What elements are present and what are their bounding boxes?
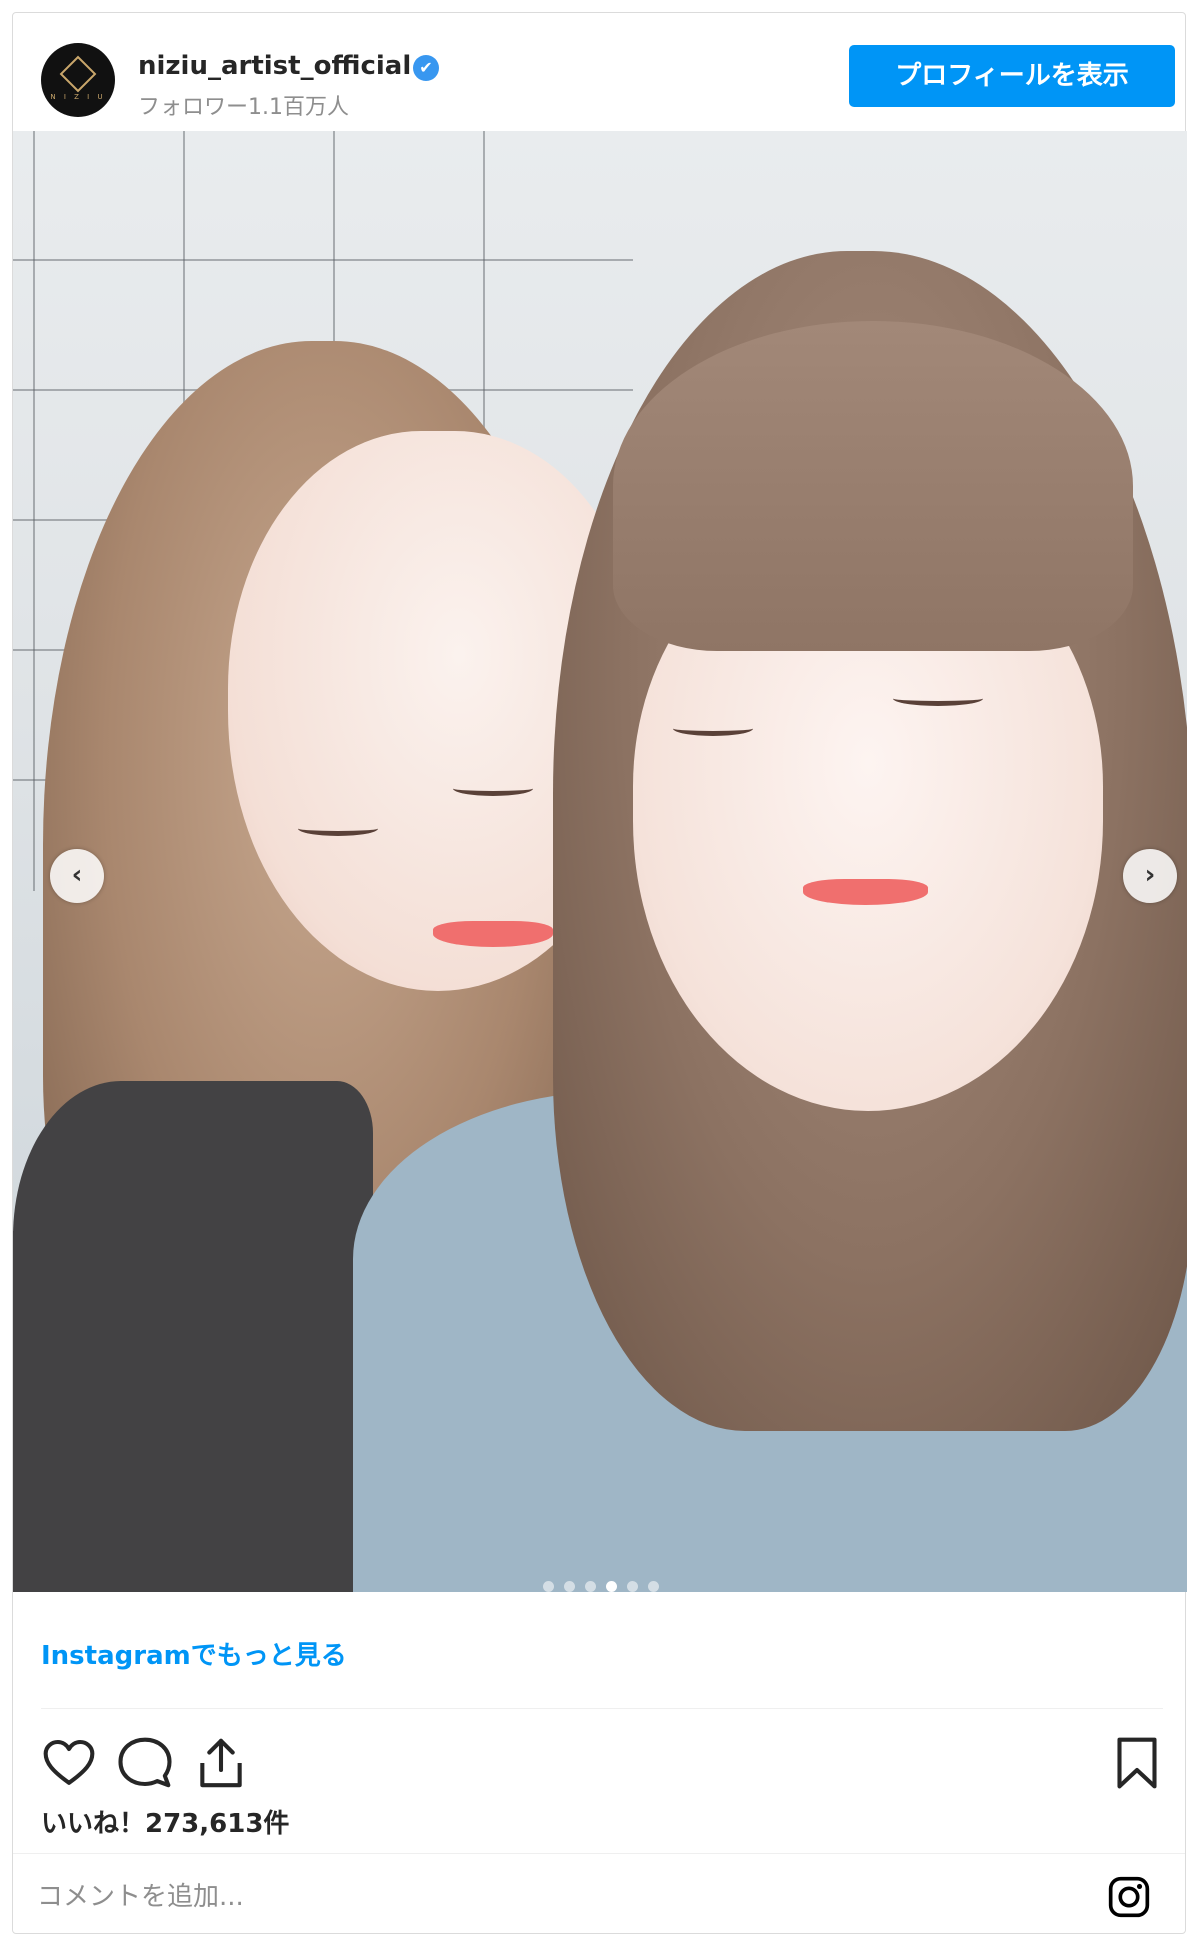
avatar[interactable]: N I Z I U — [41, 43, 115, 117]
verified-badge-icon: ✔ — [413, 55, 439, 81]
left-person-eye — [298, 821, 378, 836]
more-on-instagram-link[interactable]: Instagramでもっと見る — [41, 1635, 347, 1672]
divider — [13, 1853, 1185, 1854]
avatar-logo-text: N I Z I U — [50, 93, 106, 101]
right-person-eye — [893, 691, 983, 706]
carousel-indicator — [543, 1577, 669, 1592]
carousel-dot — [627, 1581, 638, 1592]
comment-input[interactable] — [35, 1871, 1089, 1923]
like-count: いいね！273,613件 — [41, 1809, 290, 1839]
carousel-dot — [543, 1581, 554, 1592]
right-person-bangs — [613, 321, 1133, 651]
logo-mark — [59, 55, 97, 93]
previous-photo-button[interactable]: ‹ — [50, 849, 104, 903]
view-profile-button[interactable]: プロフィールを表示 — [849, 45, 1175, 107]
next-photo-button[interactable]: › — [1123, 849, 1177, 903]
bookmark-icon[interactable] — [1109, 1735, 1165, 1791]
username[interactable]: niziu_artist_official — [138, 51, 411, 81]
instagram-icon[interactable] — [1107, 1875, 1151, 1919]
divider — [41, 1708, 1163, 1709]
carousel-dot — [606, 1581, 617, 1592]
post-photo[interactable]: ‹ › — [13, 131, 1187, 1592]
carousel-dot — [564, 1581, 575, 1592]
share-icon[interactable] — [193, 1735, 249, 1791]
heart-icon[interactable] — [41, 1735, 97, 1791]
carousel-dot — [648, 1581, 659, 1592]
instagram-embed-card: N I Z I U niziu_artist_official ✔ フォロワー1… — [12, 12, 1187, 1934]
left-person-shirt — [13, 1081, 373, 1592]
right-person-lips — [803, 879, 928, 905]
follower-count: フォロワー1.1百万人 — [138, 95, 349, 120]
post-header: N I Z I U niziu_artist_official ✔ フォロワー1… — [13, 13, 1185, 131]
carousel-dot — [585, 1581, 596, 1592]
right-person-eye — [673, 721, 753, 736]
left-person-lips — [433, 921, 553, 947]
left-person-eye — [453, 781, 533, 796]
comment-icon[interactable] — [117, 1735, 173, 1791]
